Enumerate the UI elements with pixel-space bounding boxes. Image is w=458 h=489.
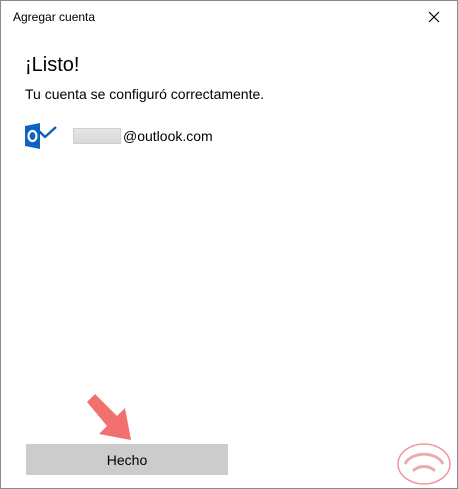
add-account-dialog: Agregar cuenta ¡Listo! Tu cuenta se conf… bbox=[0, 0, 458, 489]
pointer-arrow-icon bbox=[87, 394, 131, 440]
window-title: Agregar cuenta bbox=[13, 10, 96, 24]
watermark-logo bbox=[397, 443, 451, 485]
redacted-username bbox=[73, 128, 121, 144]
close-button[interactable] bbox=[411, 1, 457, 33]
email-address: @outlook.com bbox=[123, 128, 213, 144]
success-message: Tu cuenta se configuró correctamente. bbox=[25, 86, 265, 102]
page-title: ¡Listo! bbox=[25, 54, 80, 76]
outlook-icon bbox=[25, 123, 57, 149]
account-row: @outlook.com bbox=[25, 123, 213, 149]
done-button[interactable]: Hecho bbox=[26, 444, 228, 475]
title-bar: Agregar cuenta bbox=[1, 1, 457, 33]
close-icon bbox=[428, 11, 440, 23]
